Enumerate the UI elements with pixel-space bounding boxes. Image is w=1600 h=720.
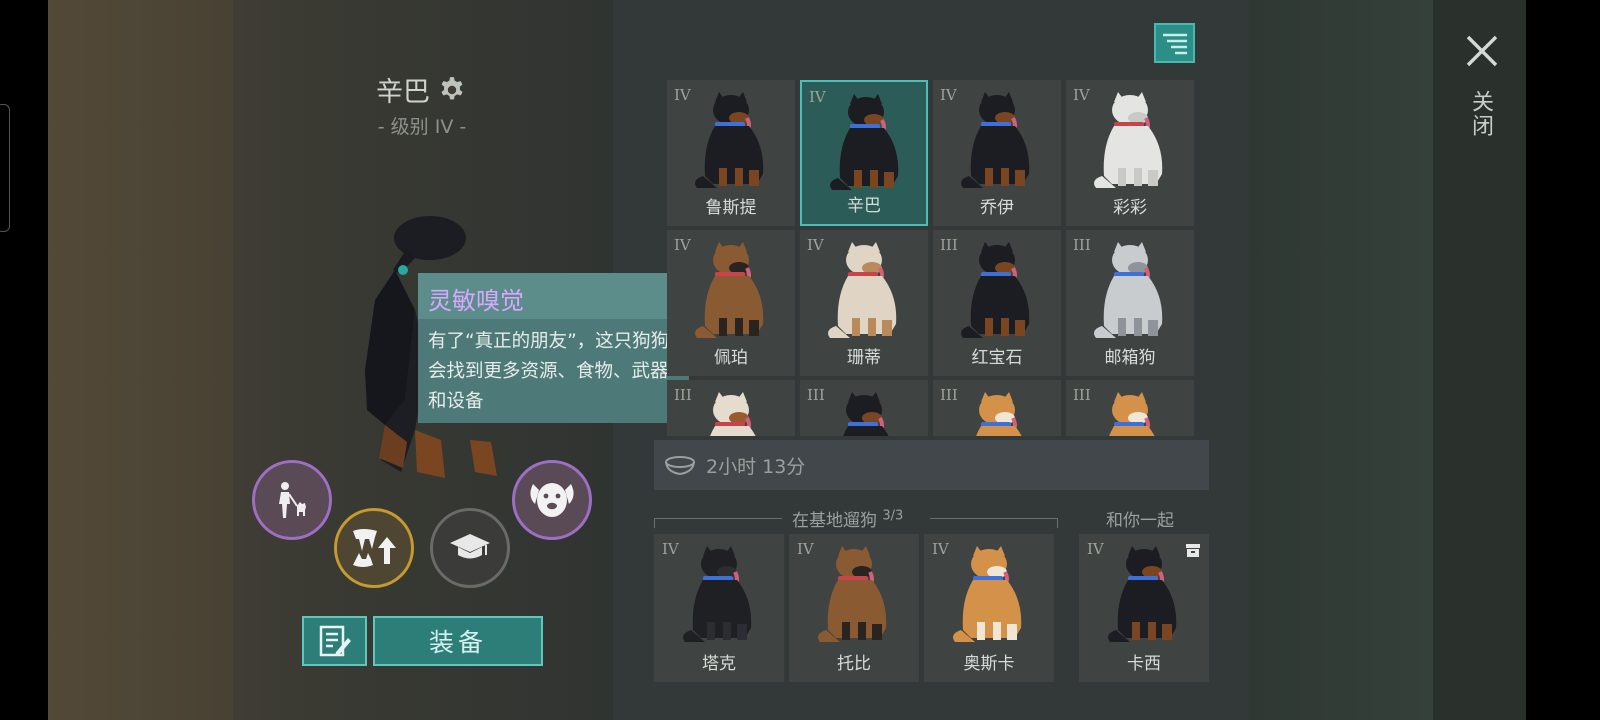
dog-name: 邮箱狗	[1104, 348, 1156, 368]
screen-edge-notch	[0, 104, 10, 232]
rottweiler-icon	[1108, 546, 1177, 642]
dog-name: 乔伊	[980, 198, 1014, 218]
corgi-icon	[1109, 392, 1155, 436]
corgi-icon	[953, 546, 1022, 642]
dog-name: 奥斯卡	[963, 654, 1015, 674]
dog-name: 辛巴	[376, 77, 430, 108]
dog-name: 彩彩	[1113, 198, 1147, 218]
base-walk-header: 在基地遛狗 3/3	[654, 506, 1058, 531]
filter-icon	[1162, 33, 1187, 55]
food-timer-text: 2小时 13分	[706, 455, 806, 478]
dog-name: 塔克	[702, 654, 736, 674]
dog-card[interactable]: III	[1066, 380, 1194, 436]
dog-card[interactable]: IV 佩珀	[667, 230, 795, 376]
dog-name-row: 辛巴	[376, 70, 466, 109]
close-icon[interactable]	[1465, 34, 1499, 68]
black-shepherd-icon	[683, 546, 752, 642]
dog-name: 辛巴	[847, 196, 881, 216]
tooltip-title: 灵敏嗅觉	[418, 273, 689, 319]
dog-card[interactable]: III	[933, 380, 1061, 436]
dog-name: 卡西	[1127, 654, 1161, 674]
training-button[interactable]	[430, 508, 510, 588]
dog-card[interactable]: III 红宝石	[933, 230, 1061, 376]
skill-tooltip: 灵敏嗅觉 有了“真正的朋友”，这只狗狗会找到更多资源、食物、武器和设备	[418, 273, 689, 423]
gear-icon[interactable]	[438, 76, 466, 104]
background-left-band	[48, 0, 233, 720]
notes-button[interactable]	[302, 616, 367, 666]
dog-card[interactable]: IV 鲁斯提	[667, 80, 795, 226]
dog-card[interactable]: III	[667, 380, 795, 436]
dog-name: 红宝石	[971, 348, 1023, 368]
tooltip-body: 有了“真正的朋友”，这只狗狗会找到更多资源、食物、武器和设备	[428, 331, 670, 412]
fang-upgrade-icon	[353, 529, 396, 567]
background-right-band	[1248, 0, 1433, 720]
dog-grid: IV 鲁斯提 IV 辛巴 IV 乔伊 IV 彩彩 IV 佩珀 IV 珊蒂 III 红宝石 III 邮箱狗 III…	[667, 80, 1197, 436]
base-walk-count: 3/3	[882, 508, 904, 524]
header-bracket-right	[930, 518, 1058, 528]
filter-button[interactable]	[1154, 23, 1195, 63]
with-you-title: 和你一起	[1106, 511, 1174, 531]
dog-skill-button[interactable]	[512, 460, 592, 540]
grey-husky-icon	[1094, 242, 1163, 338]
dog-face-icon	[530, 483, 574, 517]
shepherd-icon	[818, 546, 887, 642]
shepherd-icon	[695, 242, 764, 338]
walk-dog-card[interactable]: IV 奥斯卡	[924, 534, 1054, 682]
dog-name: 鲁斯提	[705, 198, 757, 218]
rottweiler-icon	[961, 242, 1030, 338]
edit-note-icon	[319, 625, 351, 657]
dog-card[interactable]: IV 彩彩	[1066, 80, 1194, 226]
dog-name: 托比	[837, 654, 871, 674]
walk-dog-card[interactable]: IV 塔克	[654, 534, 784, 682]
walk-dog-card[interactable]: IV 托比	[789, 534, 919, 682]
dog-card[interactable]: III	[800, 380, 928, 436]
rottweiler-icon	[830, 94, 899, 190]
dog-bowl-icon	[665, 456, 695, 476]
rottweiler-icon	[695, 92, 764, 188]
dog-card[interactable]: III 邮箱狗	[1066, 230, 1194, 376]
dog-level: - 级别 IV -	[377, 116, 467, 138]
dog-name: 佩珀	[714, 348, 748, 368]
base-walk-title: 在基地遛狗 3/3	[792, 506, 903, 531]
white-husky-icon	[1094, 92, 1163, 188]
header-bracket-left	[654, 518, 782, 528]
base-walk-title-text: 在基地遛狗	[792, 511, 877, 531]
dog-card-selected[interactable]: IV 辛巴	[800, 80, 928, 226]
dog-name: 珊蒂	[847, 348, 881, 368]
st-bernard-icon	[710, 392, 756, 436]
rottweiler-icon	[843, 392, 889, 436]
food-timer: 2小时 13分	[654, 440, 1209, 490]
corgi-icon	[976, 392, 1022, 436]
person-with-dog-icon	[279, 482, 306, 518]
upgrade-fangs-button[interactable]	[334, 508, 414, 588]
rottweiler-icon	[961, 92, 1030, 188]
walk-with-dog-button[interactable]	[252, 460, 332, 540]
graduation-cap-icon	[450, 534, 490, 559]
dog-card[interactable]: IV 珊蒂	[800, 230, 928, 376]
companion-dog-card[interactable]: IV 卡西	[1079, 534, 1209, 682]
dog-grid-scroll[interactable]: IV 鲁斯提 IV 辛巴 IV 乔伊 IV 彩彩 IV 佩珀 IV 珊蒂 III 红宝石 III 邮箱狗 III…	[667, 80, 1197, 436]
equip-button[interactable]: 装备	[373, 616, 543, 666]
dog-card[interactable]: IV 乔伊	[933, 80, 1061, 226]
close-label[interactable]: 关闭	[1466, 90, 1496, 138]
husky-icon	[828, 242, 897, 338]
